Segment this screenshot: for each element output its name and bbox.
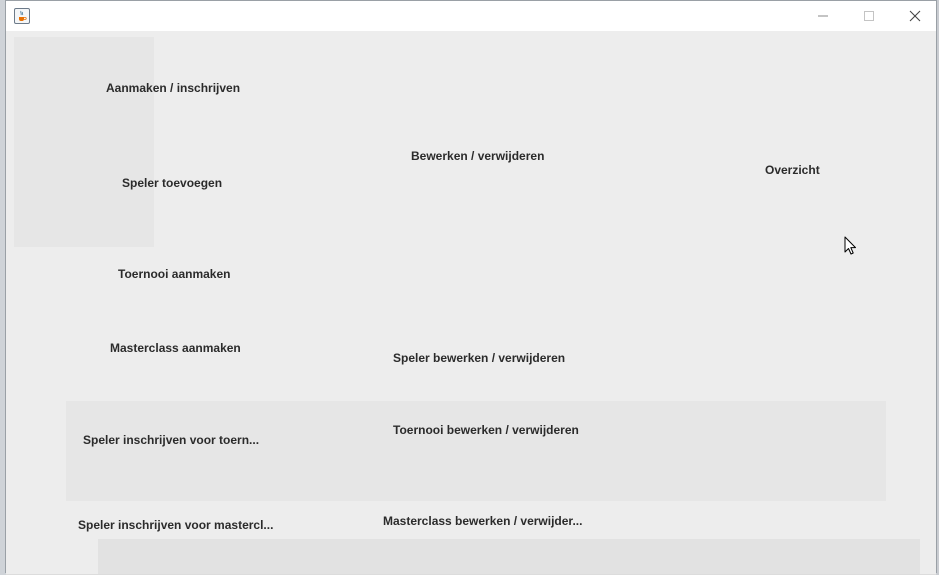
client-area: Aanmaken / inschrijven Speler toevoegen … — [6, 31, 936, 574]
app-window: Aanmaken / inschrijven Speler toevoegen … — [5, 0, 937, 574]
toernooi-bewerken-button[interactable]: Toernooi bewerken / verwijderen — [393, 423, 579, 437]
close-button[interactable] — [892, 1, 938, 31]
minimize-button[interactable] — [800, 1, 846, 31]
masterclass-aanmaken-button[interactable]: Masterclass aanmaken — [110, 341, 241, 355]
speler-toevoegen-button[interactable]: Speler toevoegen — [122, 176, 222, 190]
heading-bewerken-verwijderen: Bewerken / verwijderen — [411, 149, 545, 163]
speler-inschrijven-toernooi-button[interactable]: Speler inschrijven voor toern... — [83, 433, 259, 447]
close-icon — [909, 10, 921, 22]
java-coffee-icon[interactable] — [14, 8, 30, 24]
background-artifact — [98, 539, 920, 574]
arrow-cursor-icon — [844, 236, 856, 255]
title-bar[interactable] — [6, 1, 936, 32]
maximize-icon — [864, 11, 874, 21]
background-artifact — [66, 401, 886, 501]
masterclass-bewerken-button[interactable]: Masterclass bewerken / verwijder... — [383, 514, 582, 528]
maximize-button[interactable] — [846, 1, 892, 31]
speler-inschrijven-masterclass-button[interactable]: Speler inschrijven voor mastercl... — [78, 518, 273, 532]
toernooi-aanmaken-button[interactable]: Toernooi aanmaken — [118, 267, 230, 281]
minimize-icon — [818, 15, 828, 17]
overzicht-button[interactable]: Overzicht — [765, 163, 820, 177]
speler-bewerken-button[interactable]: Speler bewerken / verwijderen — [393, 351, 565, 365]
heading-aanmaken-inschrijven: Aanmaken / inschrijven — [106, 81, 241, 95]
background-artifact — [14, 37, 154, 247]
